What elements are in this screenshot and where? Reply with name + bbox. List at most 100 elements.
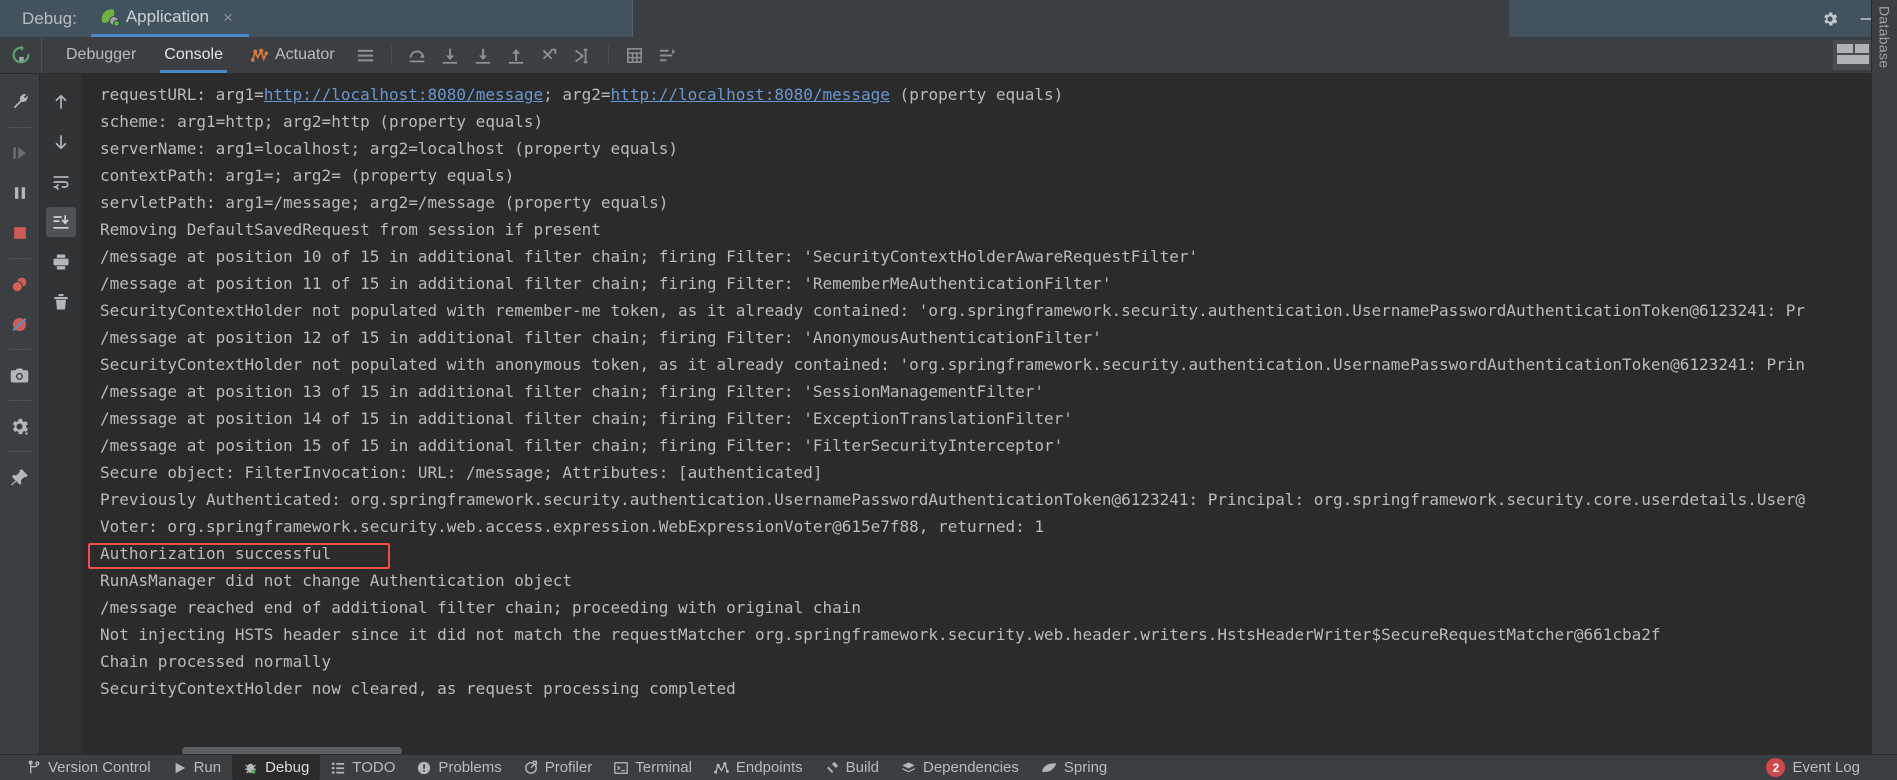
todo-list-icon (331, 761, 345, 775)
console-text: Chain processed normally (100, 652, 332, 671)
sidebar-item-label: Version Control (48, 759, 151, 776)
event-log-button[interactable]: 2 Event Log (1755, 754, 1871, 780)
sidebar-item-build[interactable]: Build (814, 755, 890, 780)
console-line: /message at position 14 of 15 in additio… (100, 405, 1805, 432)
console-line: Removing DefaultSavedRequest from sessio… (100, 216, 1805, 243)
sidebar-item-label: Terminal (635, 759, 692, 776)
tab-console-label: Console (164, 46, 223, 63)
console-line: servletPath: arg1=/message; arg2=/messag… (100, 189, 1805, 216)
console-line: /message at position 13 of 15 in additio… (100, 378, 1805, 405)
scroll-to-end-icon[interactable] (46, 207, 76, 237)
sidebar-item-label: Build (845, 759, 879, 776)
console-line: contextPath: arg1=; arg2= (property equa… (100, 162, 1805, 189)
evaluate-expression-icon[interactable] (618, 37, 651, 74)
run-configuration-tab[interactable]: Application × (90, 0, 249, 37)
actuator-icon (250, 47, 268, 63)
console-line: SecurityContextHolder not populated with… (100, 351, 1805, 378)
console-text: RunAsManager did not change Authenticati… (100, 571, 573, 590)
console-line: /message at position 15 of 15 in additio… (100, 432, 1805, 459)
stop-icon[interactable] (5, 218, 35, 248)
console-line: SecurityContextHolder not populated with… (100, 297, 1805, 324)
spring-boot-icon (99, 8, 120, 27)
trash-icon[interactable] (46, 287, 76, 317)
soft-wrap-icon[interactable] (46, 167, 76, 197)
console-text: /message at position 13 of 15 in additio… (100, 382, 1045, 401)
tab-debugger[interactable]: Debugger (52, 37, 150, 73)
sidebar-item-run[interactable]: Run (162, 755, 233, 780)
console-text: /message at position 11 of 15 in additio… (100, 274, 1112, 293)
console-line: Not injecting HSTS header since it did n… (100, 621, 1805, 648)
console-text: serverName: arg1=localhost; arg2=localho… (100, 139, 678, 158)
close-icon[interactable]: × (223, 9, 233, 26)
settings-gear-icon[interactable] (5, 411, 35, 441)
tab-actuator[interactable]: Actuator (237, 37, 349, 73)
camera-icon[interactable] (5, 360, 35, 390)
endpoints-icon (714, 761, 729, 775)
sidebar-item-database[interactable]: Database (1877, 0, 1893, 68)
mute-breakpoints-icon[interactable] (5, 309, 35, 339)
sidebar-item-dependencies[interactable]: Dependencies (890, 755, 1030, 780)
console-text: /message at position 12 of 15 in additio… (100, 328, 1102, 347)
divider (8, 451, 31, 452)
sidebar-item-label: Problems (438, 759, 502, 776)
console-text: SecurityContextHolder not populated with… (100, 355, 1806, 374)
pause-program-icon[interactable] (5, 178, 35, 208)
gear-icon[interactable] (1821, 10, 1839, 28)
drop-frame-icon[interactable] (533, 37, 566, 74)
sidebar-item-debug[interactable]: Debug (232, 755, 321, 780)
console-link[interactable]: http://localhost:8080/message (264, 85, 543, 104)
sidebar-item-spring[interactable]: Spring (1030, 755, 1118, 780)
sidebar-item-version-control[interactable]: Version Control (16, 755, 162, 780)
tab-console[interactable]: Console (150, 37, 237, 73)
view-breakpoints-icon[interactable] (5, 269, 35, 299)
console-text: Previously Authenticated: org.springfram… (100, 490, 1806, 509)
console-line: Secure object: FilterInvocation: URL: /m… (100, 459, 1805, 486)
status-bar: Version Control Run Debug TODO Problems … (0, 754, 1897, 780)
step-out-icon[interactable] (500, 37, 533, 74)
scroll-down-icon[interactable] (46, 127, 76, 157)
divider (8, 349, 31, 350)
debug-label: Debug: (0, 0, 91, 37)
pin-icon[interactable] (5, 462, 35, 492)
restore-layout-icon[interactable] (1833, 40, 1873, 70)
scroll-up-icon[interactable] (46, 87, 76, 117)
console-line: /message at position 10 of 15 in additio… (100, 243, 1805, 270)
sidebar-item-problems[interactable]: Problems (406, 755, 512, 780)
console-link[interactable]: http://localhost:8080/message (611, 85, 890, 104)
console-line: /message at position 11 of 15 in additio… (100, 270, 1805, 297)
branch-icon (27, 760, 41, 775)
print-icon[interactable] (46, 247, 76, 277)
console-output-panel[interactable]: requestURL: arg1=http://localhost:8080/m… (82, 74, 1882, 754)
console-line: Chain processed normally (100, 648, 1805, 675)
step-into-icon[interactable] (434, 37, 467, 74)
threads-view-icon[interactable] (651, 37, 684, 74)
rerun-icon[interactable] (0, 37, 42, 73)
run-to-cursor-icon[interactable] (566, 37, 599, 74)
sidebar-item-todo[interactable]: TODO (320, 755, 406, 780)
resume-program-icon[interactable] (5, 138, 35, 168)
console-text: Voter: org.springframework.security.web.… (100, 517, 1045, 536)
sidebar-item-profiler[interactable]: Profiler (513, 755, 604, 780)
status-badge: 2 (1766, 758, 1786, 777)
titlebar-filler-left (248, 0, 633, 37)
run-tab-strip: Application × (90, 0, 249, 37)
tab-debugger-label: Debugger (66, 46, 137, 63)
sidebar-item-terminal[interactable]: Terminal (603, 755, 703, 780)
console-text: Not injecting HSTS header since it did n… (100, 625, 1661, 644)
titlebar-filler-right (1510, 0, 1750, 37)
wrench-icon[interactable] (5, 87, 35, 117)
sidebar-item-endpoints[interactable]: Endpoints (703, 755, 814, 780)
sidebar-item-label: TODO (352, 759, 396, 776)
force-step-into-icon[interactable] (467, 37, 500, 74)
console-text: Secure object: FilterInvocation: URL: /m… (100, 463, 823, 482)
subbar-spacer (684, 37, 1833, 73)
console-text: ; arg2= (543, 85, 611, 104)
step-over-icon[interactable] (401, 37, 434, 74)
console-text: SecurityContextHolder now cleared, as re… (100, 679, 736, 698)
console-actions-toolbar (40, 74, 82, 754)
divider (8, 127, 31, 128)
layout-settings-icon[interactable] (349, 37, 382, 74)
divider (8, 400, 31, 401)
run-tab-label: Application (125, 7, 209, 26)
console-text: /message at position 15 of 15 in additio… (100, 436, 1064, 455)
